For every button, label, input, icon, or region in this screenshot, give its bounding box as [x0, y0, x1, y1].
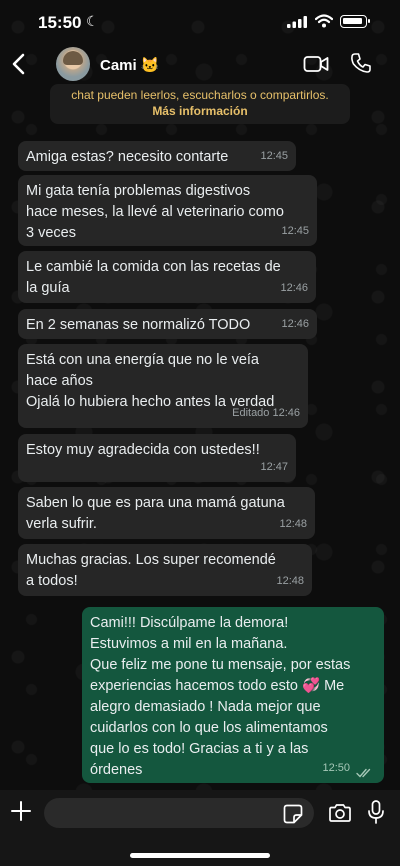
double-check-icon: [356, 768, 371, 778]
phone-icon[interactable]: [350, 52, 372, 74]
message-time: 12:46: [281, 318, 309, 330]
message-time: Editado 12:46: [232, 407, 300, 419]
message-text: Saben lo que es para una mamá gatuna ver…: [26, 495, 285, 532]
message-bubble-incoming[interactable]: Amiga estas? necesito contarte 12:45: [18, 141, 296, 171]
more-info-link[interactable]: Más información: [50, 104, 350, 118]
message-time: 12:48: [279, 518, 307, 530]
message-bubble-incoming[interactable]: En 2 semanas se normalizó TODO 12:46: [18, 309, 317, 339]
home-indicator[interactable]: [130, 853, 270, 858]
moon-icon: ☾: [86, 13, 99, 29]
sticker-icon[interactable]: [283, 804, 303, 824]
avatar[interactable]: [56, 47, 90, 81]
status-bar: 15:50 ☾: [0, 0, 400, 46]
wifi-icon: [315, 14, 333, 28]
notice-text: chat pueden leerlos, escucharlos o compa…: [71, 88, 329, 102]
camera-icon[interactable]: [328, 803, 352, 823]
chat-header: Cami 🐱: [0, 44, 400, 86]
message-bubble-incoming[interactable]: Estoy muy agradecida con ustedes!! 12:47: [18, 434, 296, 482]
message-bubble-incoming[interactable]: Le cambié la comida con las recetas de l…: [18, 251, 316, 303]
message-bubble-incoming[interactable]: Saben lo que es para una mamá gatuna ver…: [18, 487, 315, 539]
message-time: 12:45: [260, 150, 288, 162]
message-time: 12:46: [280, 282, 308, 294]
message-text: Le cambié la comida con las recetas de l…: [26, 259, 281, 296]
message-text: Amiga estas? necesito contarte: [26, 149, 229, 165]
message-text: Estoy muy agradecida con ustedes!!: [26, 442, 260, 458]
message-time: 12:48: [276, 575, 304, 587]
message-bubble-incoming[interactable]: Muchas gracias. Los super recomendé a to…: [18, 544, 312, 596]
back-icon[interactable]: [8, 50, 30, 78]
microphone-icon[interactable]: [367, 800, 385, 824]
message-text: En 2 semanas se normalizó TODO: [26, 317, 251, 333]
message-bubble-outgoing[interactable]: Cami!!! Discúlpame la demora! Estuvimos …: [82, 607, 384, 783]
message-time: 12:47: [260, 461, 288, 473]
status-time: 15:50: [38, 13, 82, 32]
message-text: Muchas gracias. Los super recomendé a to…: [26, 552, 276, 589]
encryption-notice: chat pueden leerlos, escucharlos o compa…: [50, 84, 350, 124]
message-bubble-incoming[interactable]: Está con una energía que no le veía hace…: [18, 344, 308, 428]
message-time: 12:50: [322, 762, 350, 774]
plus-icon[interactable]: [10, 800, 32, 822]
battery-icon: [340, 15, 370, 28]
message-text: Cami!!! Discúlpame la demora! Estuvimos …: [90, 615, 351, 778]
contact-name[interactable]: Cami 🐱: [100, 56, 160, 74]
message-time: 12:45: [281, 225, 309, 237]
message-input[interactable]: [44, 798, 314, 828]
cellular-signal-icon: [287, 16, 307, 28]
message-text: Mi gata tenía problemas digestivos hace …: [26, 183, 284, 241]
video-call-icon[interactable]: [303, 54, 329, 74]
message-bubble-incoming[interactable]: Mi gata tenía problemas digestivos hace …: [18, 175, 317, 246]
